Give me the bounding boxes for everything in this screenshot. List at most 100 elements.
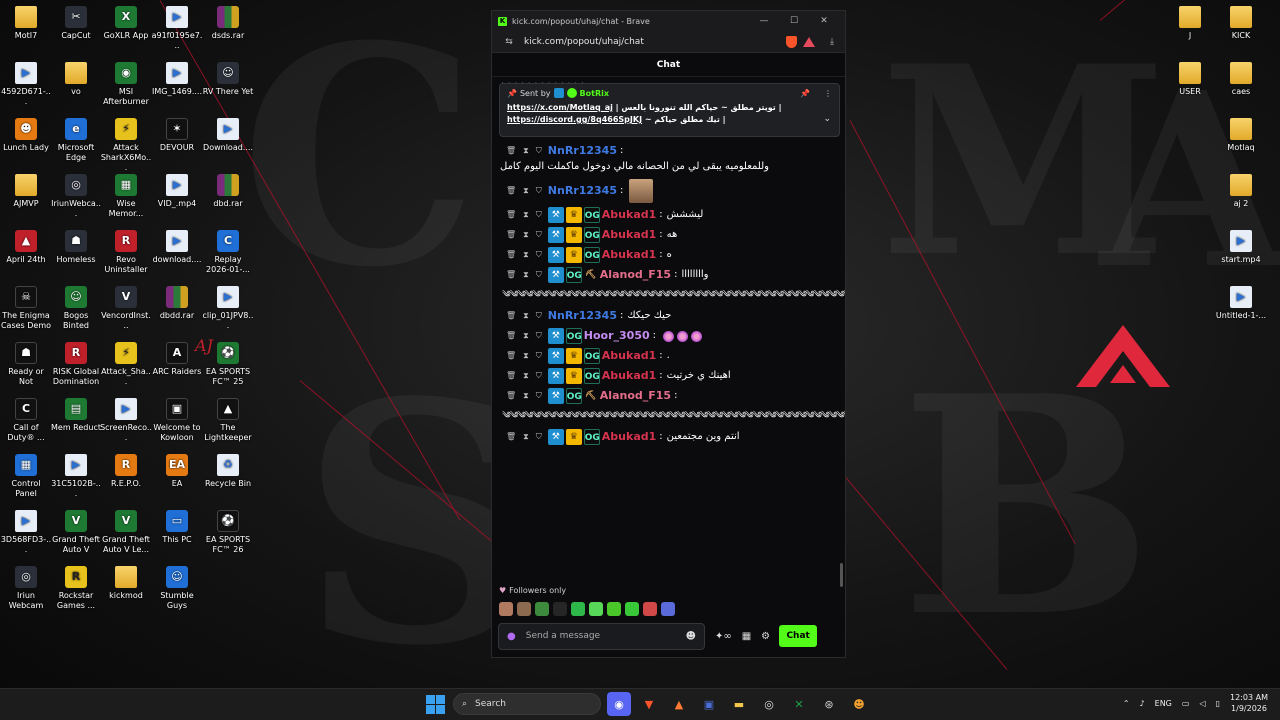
unpin-icon[interactable]: 📌 xyxy=(800,89,810,98)
desktop-icon[interactable]: ⚽ EA SPORTS FC™ 26 xyxy=(202,510,254,555)
desktop-icon[interactable]: vo xyxy=(50,62,102,97)
network-icon[interactable]: ▭ xyxy=(1182,699,1190,708)
delete-icon[interactable]: 🗑 xyxy=(506,368,516,384)
taskbar-search[interactable]: ⌕ Search xyxy=(453,693,601,715)
desktop-icon[interactable]: Motlaq xyxy=(1215,118,1267,153)
desktop-icon[interactable]: ▤ Mem Reduct xyxy=(50,398,102,433)
desktop-icon[interactable]: ▶ a91f0195e7... xyxy=(151,6,203,51)
language-indicator[interactable]: ENG xyxy=(1155,699,1172,708)
store-icon[interactable]: ▦ xyxy=(742,631,751,642)
message-image[interactable] xyxy=(629,179,654,203)
desktop-icon[interactable]: R R.E.P.O. xyxy=(100,454,152,489)
discord-link[interactable]: https://discord.gg/8q466SpJKJ xyxy=(507,115,642,124)
site-settings-icon[interactable]: ⇆ xyxy=(502,37,516,47)
timeout-icon[interactable]: ⧗ xyxy=(523,368,529,384)
emote-button[interactable] xyxy=(571,602,585,616)
desktop-icon[interactable]: X GoXLR App xyxy=(100,6,152,41)
chat-username[interactable]: Abukad1 xyxy=(602,227,656,243)
chat-username[interactable]: Alanod_F15 xyxy=(600,388,671,404)
brave-rewards-icon[interactable] xyxy=(803,36,815,47)
maximize-button[interactable]: ☐ xyxy=(779,16,809,26)
desktop-icon[interactable]: ▣ Welcome to Kowloon xyxy=(151,398,203,443)
desktop-icon[interactable]: ⚡ Attack_Sha... xyxy=(100,342,152,387)
desktop-icon[interactable]: R Rockstar Games ... xyxy=(50,566,102,611)
delete-icon[interactable]: 🗑 xyxy=(506,207,516,223)
desktop-icon[interactable]: dsds.rar xyxy=(202,6,254,41)
emote-button[interactable] xyxy=(499,602,513,616)
desktop-icon[interactable]: ☺ RV There Yet xyxy=(202,62,254,97)
emote-button[interactable] xyxy=(607,602,621,616)
timeout-icon[interactable]: ⧗ xyxy=(523,388,529,404)
desktop-icon[interactable]: ▭ This PC xyxy=(151,510,203,545)
desktop-icon[interactable]: ▶ 4592D671-... xyxy=(0,62,52,107)
download-icon[interactable]: ⤓ xyxy=(825,37,839,47)
desktop-icon[interactable]: ☠ The Enigma Cases Demo xyxy=(0,286,52,331)
ban-icon[interactable]: ⛉ xyxy=(536,308,542,324)
desktop-icon[interactable]: ▶ 3D568FD3-... xyxy=(0,510,52,555)
timeout-icon[interactable]: ⧗ xyxy=(523,267,529,283)
chat-message[interactable]: 🗑 ⧗ ⛉ ⚒ OG Hoor_3050: xyxy=(500,326,837,346)
emote-button[interactable] xyxy=(535,602,549,616)
chat-username[interactable]: Abukad1 xyxy=(602,368,656,384)
desktop-icon[interactable]: ▦ Wise Memor... xyxy=(100,174,152,219)
bot-name[interactable]: BotRix xyxy=(580,89,609,98)
chat-message[interactable]: 🗑 ⧗ ⛉ ⚒ ♛ OG Abukad1: هه xyxy=(500,225,837,245)
chat-scrollbar[interactable] xyxy=(840,563,843,587)
desktop-icon[interactable]: ☺ Bogos Binted xyxy=(50,286,102,331)
desktop-icon[interactable]: ▶ start.mp4 xyxy=(1215,230,1267,265)
ban-icon[interactable]: ⛉ xyxy=(536,388,542,404)
chat-input[interactable]: ● Send a message ☻ xyxy=(498,622,705,650)
delete-icon[interactable]: 🗑 xyxy=(506,247,516,263)
desktop-icon[interactable]: ▲ The Lightkeeper xyxy=(202,398,254,443)
desktop-icon[interactable]: C Call of Duty® ... xyxy=(0,398,52,443)
chat-username[interactable]: NnRr12345 xyxy=(548,183,617,199)
desktop-icon[interactable]: kickmod xyxy=(100,566,152,601)
ban-icon[interactable]: ⛉ xyxy=(536,143,542,159)
chat-message[interactable]: 🗑 ⧗ ⛉ ⚒ ♛ OG Abukad1: ه xyxy=(500,245,837,265)
desktop-icon[interactable]: dbdd.rar xyxy=(151,286,203,321)
chat-username[interactable]: Abukad1 xyxy=(602,348,656,364)
desktop-icon[interactable]: AJMVP xyxy=(0,174,52,209)
desktop-icon[interactable]: V VencordInst... xyxy=(100,286,152,331)
timeout-icon[interactable]: ⧗ xyxy=(523,429,529,445)
desktop-icon[interactable]: ☗ Homeless xyxy=(50,230,102,265)
chat-message[interactable]: 🗑 ⧗ ⛉ ⚒ ♛ OG Abukad1: انتم وين مجتمعين xyxy=(500,427,837,447)
desktop-icon[interactable]: ▶ download.... xyxy=(151,230,203,265)
kicks-icon[interactable]: ✦∞ xyxy=(715,631,732,642)
desktop-icon[interactable]: EA EA xyxy=(151,454,203,489)
close-button[interactable]: ✕ xyxy=(809,16,839,26)
emote-button[interactable] xyxy=(517,602,531,616)
desktop-icon[interactable]: e Microsoft Edge xyxy=(50,118,102,163)
chat-username[interactable]: Alanod_F15 xyxy=(600,267,671,283)
desktop-icon[interactable]: ▶ Untitled-1-... xyxy=(1215,286,1267,321)
chat-username[interactable]: Abukad1 xyxy=(602,247,656,263)
brave-icon[interactable]: ▼ xyxy=(637,692,661,716)
discord-alt-icon[interactable]: ☻ xyxy=(847,692,871,716)
desktop-icon[interactable]: ✶ DEVOUR xyxy=(151,118,203,153)
chevron-down-icon[interactable]: ⌄ xyxy=(823,114,831,124)
chat-message[interactable]: 🗑 ⧗ ⛉ ⚒ OG ⛏ Alanod_F15: xyxy=(500,386,837,406)
delete-icon[interactable]: 🗑 xyxy=(506,328,516,344)
desktop-icon[interactable]: ☺ Stumble Guys xyxy=(151,566,203,611)
desktop-icon[interactable]: ☻ Lunch Lady xyxy=(0,118,52,153)
ban-icon[interactable]: ⛉ xyxy=(536,247,542,263)
chat-username[interactable]: Abukad1 xyxy=(602,207,656,223)
delete-icon[interactable]: 🗑 xyxy=(506,429,516,445)
delete-icon[interactable]: 🗑 xyxy=(506,388,516,404)
settings-gear-icon[interactable]: ⚙ xyxy=(761,631,770,642)
desktop-icon[interactable]: ▶ 31C5102B-... xyxy=(50,454,102,499)
desktop-icon[interactable]: aj 2 xyxy=(1215,174,1267,209)
desktop-icon[interactable]: ▶ Download.... xyxy=(202,118,254,153)
delete-icon[interactable]: 🗑 xyxy=(506,143,516,159)
ban-icon[interactable]: ⛉ xyxy=(536,348,542,364)
desktop-icon[interactable]: ▲ April 24th xyxy=(0,230,52,265)
timeout-icon[interactable]: ⧗ xyxy=(523,207,529,223)
emote-button[interactable] xyxy=(625,602,639,616)
microphone-icon[interactable]: ● xyxy=(507,631,516,642)
desktop-icon[interactable]: ☗ Ready or Not xyxy=(0,342,52,387)
desktop-icon[interactable]: ◎ IriunWebca... xyxy=(50,174,102,219)
brave-shields-icon[interactable] xyxy=(786,35,797,48)
chat-message[interactable]: ༄༄༄༄༄༄༄༄༄༄༄༄༄༄༄༄༄༄༄༄༄༄༄༄༄༄༄༄༄༄༄༄༄༄༄༄༄༄༄༄… xyxy=(500,285,845,306)
chat-message[interactable]: 🗑 ⧗ ⛉ ⚒ ♛ OG Abukad1: ليششش xyxy=(500,205,837,225)
chat-message[interactable]: 🗑 ⧗ ⛉ NnRr12345: وللمعلوميه يبقى لي من الحصا… xyxy=(500,141,837,177)
